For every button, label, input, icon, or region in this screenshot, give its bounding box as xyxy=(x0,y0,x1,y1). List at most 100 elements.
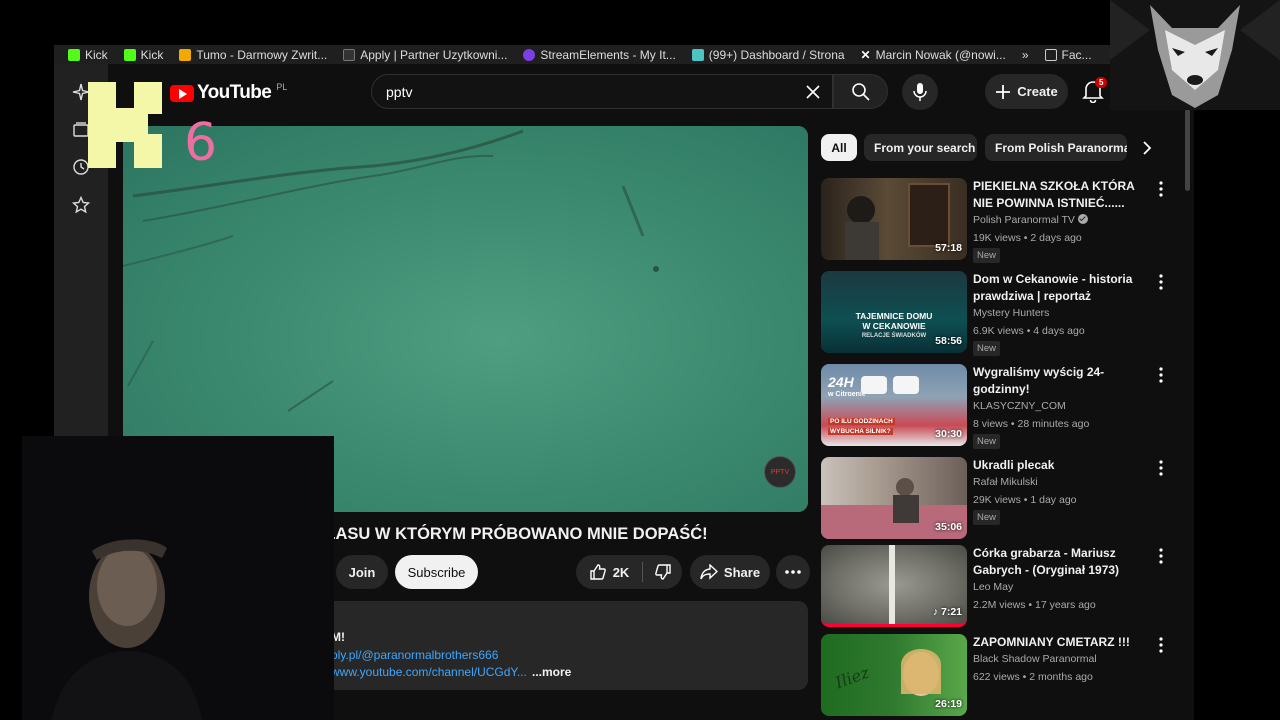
wolf-icon xyxy=(1110,0,1280,108)
verified-icon xyxy=(1077,214,1088,224)
kick-icon xyxy=(68,49,80,61)
search-button[interactable] xyxy=(833,74,888,109)
description-link[interactable]: oly.pl/@paranormalbrothers666 xyxy=(331,648,498,662)
description-link[interactable]: www.youtube.com/channel/UCGdY... xyxy=(331,665,527,679)
duration-label: 35:06 xyxy=(935,521,962,533)
share-icon xyxy=(700,564,718,580)
video-meta: 622 views • 2 months ago xyxy=(973,671,1093,683)
recommendation-item[interactable]: 57:18 PIEKIELNA SZKOŁA KTÓRA NIE POWINNA… xyxy=(821,178,1171,263)
search-query: pptv xyxy=(386,83,413,100)
thumbnail-text: TAJEMNICE DOMU xyxy=(855,311,933,321)
video-meta: 29K views • 1 day ago xyxy=(973,494,1077,506)
video-thumbnail[interactable]: 35:06 xyxy=(821,457,967,539)
channel-name[interactable]: Mystery Hunters xyxy=(973,307,1049,319)
tumo-icon xyxy=(179,49,192,61)
new-badge: New xyxy=(973,341,1001,356)
channel-name[interactable]: Black Shadow Paranormal xyxy=(973,653,1097,665)
recommendation-item[interactable]: Iliez 26:19 ZAPOMNIANY CMETARZ !!! Black… xyxy=(821,634,1171,718)
country-code: PL xyxy=(276,82,288,92)
recommendation-title[interactable]: ZAPOMNIANY CMETARZ !!! xyxy=(973,634,1148,651)
video-title: O LASU W KTÓRYM PRÓBOWANO MNIE DOPAŚĆ! xyxy=(308,525,708,543)
share-button[interactable]: Share xyxy=(690,555,770,589)
channel-watermark[interactable]: PPTV xyxy=(764,456,796,488)
chip-all[interactable]: All xyxy=(821,134,857,161)
video-thumbnail[interactable]: TAJEMNICE DOMU W CEKANOWIE RELACJE ŚWIAD… xyxy=(821,271,967,353)
bookmark-kick-2[interactable]: Kick xyxy=(123,48,163,62)
channel-name[interactable]: KLASYCZNY_COM xyxy=(973,400,1066,412)
thumbs-up-icon xyxy=(589,564,606,580)
voice-search-button[interactable] xyxy=(902,74,938,110)
thumbs-down-icon xyxy=(654,564,671,580)
subscribe-button[interactable]: Subscribe xyxy=(395,555,478,589)
channel-name[interactable]: Polish Paranormal TV xyxy=(973,214,1088,226)
chip-from-polish-paranormal[interactable]: From Polish Paranormal xyxy=(985,134,1127,161)
video-meta: 2.2M views • 17 years ago xyxy=(973,599,1096,611)
more-vertical-icon[interactable] xyxy=(1158,460,1164,476)
video-thumbnail[interactable]: 24H w Citroenie PO ILU GODZINACH WYBUCHA… xyxy=(821,364,967,446)
recommendation-item[interactable]: ♪ 7:21 Córka grabarza - Mariusz Gabrych … xyxy=(821,545,1171,629)
chevron-right-icon[interactable] xyxy=(1137,138,1157,158)
music-note-icon: ♪ xyxy=(932,606,941,618)
recommendation-item[interactable]: TAJEMNICE DOMU W CEKANOWIE RELACJE ŚWIAD… xyxy=(821,271,1171,356)
bookmark-icon xyxy=(343,49,356,61)
scrollbar[interactable] xyxy=(1185,109,1190,191)
more-vertical-icon[interactable] xyxy=(1158,548,1164,564)
more-horizontal-icon xyxy=(785,570,801,574)
screen: Kick Kick Tumo - Darmowy Zwrit... Apply … xyxy=(0,0,1280,720)
video-thumbnail[interactable]: ♪ 7:21 xyxy=(821,545,967,627)
recommendation-title[interactable]: Córka grabarza - Mariusz Gabrych - (Oryg… xyxy=(973,545,1148,579)
join-button[interactable]: Join xyxy=(336,555,388,589)
stream-logo-overlay: 6 xyxy=(88,82,228,173)
bookmark-folder[interactable]: Fac... xyxy=(1044,48,1092,62)
video-meta: 8 views • 28 minutes ago xyxy=(973,418,1090,430)
dislike-button[interactable] xyxy=(643,555,682,589)
channel-name[interactable]: Rafał Mikulski xyxy=(973,476,1038,488)
bookmark-tumo[interactable]: Tumo - Darmowy Zwrit... xyxy=(179,48,327,62)
more-vertical-icon[interactable] xyxy=(1158,274,1164,290)
like-button[interactable]: 2K xyxy=(576,555,642,589)
recommendation-item[interactable]: 35:06 Ukradli plecak Rafał Mikulski 29K … xyxy=(821,457,1171,541)
video-meta: 19K views • 2 days ago xyxy=(973,232,1082,244)
bookmark-dashboard[interactable]: (99+) Dashboard / Strona xyxy=(691,48,845,62)
channel-name[interactable]: Leo May xyxy=(973,581,1013,593)
recommendation-title[interactable]: PIEKIELNA SZKOŁA KTÓRA NIE POWINNA ISTNI… xyxy=(973,178,1148,212)
duration-label: 58:56 xyxy=(935,335,962,347)
recommendation-item[interactable]: 24H w Citroenie PO ILU GODZINACH WYBUCHA… xyxy=(821,364,1171,449)
create-button[interactable]: Create xyxy=(985,74,1068,109)
duration-label: 30:30 xyxy=(935,428,962,440)
recommendation-title[interactable]: Wygraliśmy wyścig 24-godzinny! xyxy=(973,364,1148,398)
streamelements-icon xyxy=(523,49,536,61)
webcam-overlay xyxy=(22,436,334,720)
star-icon[interactable] xyxy=(71,195,91,215)
new-badge: New xyxy=(973,434,1001,449)
bookmarks-overflow[interactable]: » xyxy=(1022,48,1029,62)
search-input[interactable]: pptv xyxy=(371,74,833,109)
chip-from-your-search[interactable]: From your search xyxy=(864,134,977,161)
show-more-button[interactable]: ...more xyxy=(532,665,571,679)
x-icon: ✕ xyxy=(860,48,871,62)
notifications-button[interactable]: 5 xyxy=(1082,77,1108,105)
bookmark-apply[interactable]: Apply | Partner Uzytkowni... xyxy=(343,48,507,62)
k6-logo: 6 xyxy=(88,82,217,173)
more-vertical-icon[interactable] xyxy=(1158,367,1164,383)
video-meta: 6.9K views • 4 days ago xyxy=(973,325,1085,337)
bookmark-kick-1[interactable]: Kick xyxy=(68,48,108,62)
plus-icon xyxy=(996,84,1011,99)
thumbnail-text: W CEKANOWIE xyxy=(862,321,926,331)
close-icon[interactable] xyxy=(804,83,822,101)
bookmark-x-profile[interactable]: ✕ Marcin Nowak (@nowi... xyxy=(861,48,1006,62)
more-vertical-icon[interactable] xyxy=(1158,181,1164,197)
duration-label: ♪ 7:21 xyxy=(932,606,962,618)
description-box[interactable]: M! oly.pl/@paranormalbrothers666 www.you… xyxy=(284,601,808,690)
bookmark-streamelements[interactable]: StreamElements - My It... xyxy=(523,48,676,62)
video-thumbnail[interactable]: 57:18 xyxy=(821,178,967,260)
notification-badge: 5 xyxy=(1095,77,1108,88)
wolf-avatar-overlay xyxy=(1110,0,1280,110)
recommendation-title[interactable]: Dom w Cekanowie - historia prawdziwa | r… xyxy=(973,271,1148,305)
recommendation-title[interactable]: Ukradli plecak xyxy=(973,457,1148,474)
kick-icon xyxy=(123,49,136,61)
folder-icon xyxy=(1044,49,1057,61)
more-actions-button[interactable] xyxy=(776,555,810,589)
more-vertical-icon[interactable] xyxy=(1158,637,1164,653)
video-thumbnail[interactable]: Iliez 26:19 xyxy=(821,634,967,716)
